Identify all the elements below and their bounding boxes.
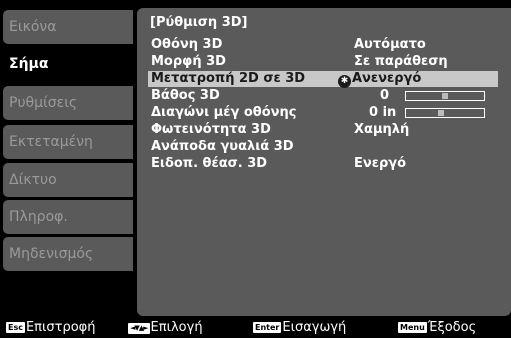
menu-item-reset[interactable]: Μηδενισμός	[3, 237, 133, 271]
slider-knob[interactable]	[438, 110, 444, 116]
footer-enter-label: Εισαγωγή	[282, 320, 347, 335]
panel-title: [Ρύθμιση 3D]	[150, 15, 248, 30]
setting-row-3d-display[interactable]: Οθόνη 3D Αυτόματο	[148, 37, 498, 53]
setting-label: Φωτεινότητα 3D	[151, 122, 271, 137]
footer-enter[interactable]: Enter Εισαγωγή	[253, 318, 346, 338]
setting-value: Αυτόματο	[354, 37, 426, 52]
esc-key-icon: Esc	[6, 322, 25, 333]
setting-label: Οθόνη 3D	[151, 37, 223, 52]
diagonal-slider[interactable]	[405, 108, 485, 118]
footer-select-label: Επιλογή	[150, 320, 203, 335]
slider-knob[interactable]	[442, 93, 448, 99]
menu-item-settings[interactable]: Ρυθμίσεις	[3, 86, 133, 120]
settings-indicator-icon: ✱	[338, 75, 351, 88]
button-guide-bar: Esc Επιστροφή ◄▼▲► Επιλογή Enter Εισαγωγή M…	[0, 318, 511, 338]
setting-label: Ειδοπ. θέασ. 3D	[151, 156, 268, 171]
setting-value-wrap: ✱ Ανενεργό	[338, 71, 421, 88]
setting-row-inverse-glasses[interactable]: Ανάποδα γυαλιά 3D	[148, 139, 498, 155]
menu-item-network[interactable]: Δίκτυο	[3, 163, 133, 197]
setting-label: Ανάποδα γυαλιά 3D	[151, 139, 294, 154]
menu-key-icon: Menu	[398, 322, 427, 333]
setting-value: 0	[380, 88, 390, 103]
setting-row-3d-brightness[interactable]: Φωτεινότητα 3D Χαμηλή	[148, 122, 498, 138]
setting-row-3d-depth[interactable]: Βάθος 3D 0	[148, 88, 498, 104]
main-menu-sidebar: Εικόνα Σήμα Ρυθμίσεις Εκτεταμένη Δίκτυο …	[0, 0, 137, 318]
settings-panel-3d: [Ρύθμιση 3D] Οθόνη 3D Αυτόματο Μορφή 3D …	[137, 8, 511, 316]
setting-value: Χαμηλή	[354, 122, 410, 137]
menu-item-signal[interactable]: Σήμα	[3, 47, 133, 81]
setting-row-diagonal-screen[interactable]: Διαγώνι μέγ οθόνης 0 in	[148, 105, 498, 121]
footer-back[interactable]: Esc Επιστροφή	[6, 318, 96, 338]
depth-slider[interactable]	[405, 91, 485, 101]
setting-label: Διαγώνι μέγ οθόνης	[151, 105, 297, 120]
setting-row-2d-to-3d[interactable]: Μετατροπή 2D σε 3D ✱ Ανενεργό	[148, 71, 498, 88]
setting-label: Μετατροπή 2D σε 3D	[151, 71, 306, 86]
setting-label: Μορφή 3D	[151, 54, 226, 69]
setting-label: Βάθος 3D	[151, 88, 220, 103]
menu-item-image[interactable]: Εικόνα	[3, 10, 133, 44]
footer-exit[interactable]: Menu Έξοδος	[398, 318, 476, 338]
setting-value: Ανενεργό	[352, 71, 422, 86]
setting-value: Ενεργό	[354, 156, 407, 171]
menu-item-info[interactable]: Πληροφ.	[3, 200, 133, 234]
enter-key-icon: Enter	[253, 322, 282, 333]
setting-value: Σε παράθεση	[354, 54, 448, 69]
setting-value: 0 in	[369, 105, 397, 120]
setting-row-3d-format[interactable]: Μορφή 3D Σε παράθεση	[148, 54, 498, 70]
footer-select[interactable]: ◄▼▲► Επιλογή	[128, 318, 203, 338]
setting-row-3d-viewing-notice[interactable]: Ειδοπ. θέασ. 3D Ενεργό	[148, 156, 498, 172]
arrow-keys-icon: ◄▼▲►	[128, 323, 150, 334]
footer-exit-label: Έξοδος	[427, 320, 477, 335]
menu-item-extended[interactable]: Εκτεταμένη	[3, 125, 133, 159]
footer-back-label: Επιστροφή	[25, 320, 96, 335]
